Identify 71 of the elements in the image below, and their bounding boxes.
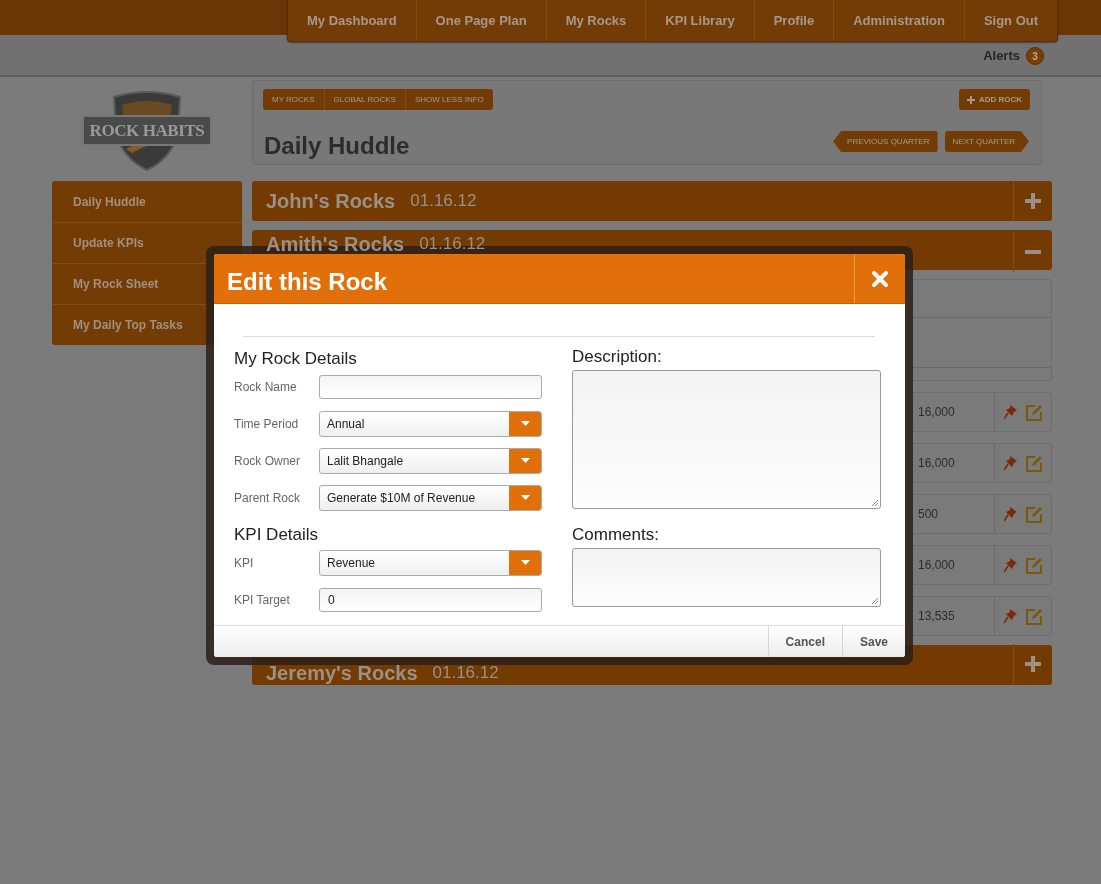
view-tab[interactable]: MY ROCKS: [263, 89, 324, 110]
field-label: Rock Name: [234, 378, 298, 396]
resize-grip-icon: [871, 597, 878, 604]
plus-icon: [1025, 193, 1041, 209]
pushpin-icon[interactable]: [1003, 608, 1018, 624]
rock-value: 16,000: [918, 557, 956, 574]
rock-value: 16,000: [918, 455, 956, 472]
resize-grip-icon: [871, 499, 878, 506]
pushpin-icon[interactable]: [1003, 404, 1018, 420]
nav-tab[interactable]: My Rocks: [545, 0, 646, 41]
page-title: Daily Huddle: [264, 131, 410, 161]
pushpin-icon[interactable]: [1003, 506, 1018, 522]
rock-group-name: John's Rocks: [266, 191, 396, 211]
view-tab[interactable]: GLOBAL ROCKS: [323, 89, 405, 110]
text-field[interactable]: [319, 374, 542, 399]
rock-value: 500: [918, 506, 940, 523]
dropdown-arrow-icon: [520, 458, 530, 463]
edit-icon[interactable]: [1025, 607, 1043, 625]
comments-textarea[interactable]: [572, 548, 881, 607]
nav-tab[interactable]: Sign Out: [963, 0, 1058, 41]
rock-group-date: 01.16.12: [432, 663, 499, 683]
minus-icon: [1025, 250, 1041, 254]
field-label: KPI: [234, 554, 255, 572]
dropdown-arrow-icon: [520, 421, 530, 426]
field-label: Parent Rock: [234, 489, 302, 507]
description-textarea[interactable]: [572, 370, 881, 509]
dropdown-arrow-icon: [520, 560, 530, 565]
alerts-link[interactable]: Alerts: [983, 45, 1020, 65]
dialog-button[interactable]: Save: [841, 626, 905, 657]
previous-quarter-button[interactable]: PREVIOUS QUARTER: [833, 131, 938, 152]
nav-tab[interactable]: One Page Plan: [415, 0, 546, 41]
select-field[interactable]: Generate $10M of Revenue: [319, 484, 542, 511]
view-tab[interactable]: SHOW LESS INFO: [404, 89, 493, 110]
edit-icon[interactable]: [1025, 505, 1043, 523]
rock-value: 13,535: [918, 608, 956, 625]
nav-tab[interactable]: My Dashboard: [288, 0, 416, 41]
select-field[interactable]: Revenue: [319, 549, 542, 576]
sidebar-item[interactable]: Daily Huddle: [52, 181, 242, 222]
section-heading: KPI Details: [234, 524, 320, 546]
add-rock-button[interactable]: ADD ROCK: [958, 89, 1030, 110]
pushpin-icon[interactable]: [1003, 557, 1018, 573]
next-quarter-button[interactable]: NEXT QUARTER: [944, 131, 1029, 152]
edit-icon[interactable]: [1025, 454, 1043, 472]
select-field[interactable]: Annual: [319, 410, 542, 437]
alert-count-badge: 3: [1026, 47, 1044, 65]
close-icon: [871, 269, 889, 288]
nav-tab[interactable]: Administration: [833, 0, 964, 41]
plus-icon: [966, 95, 975, 104]
nav-tab[interactable]: Profile: [753, 0, 834, 41]
rock-group-name: Jeremy's Rocks: [266, 663, 418, 683]
field-label: Rock Owner: [234, 452, 302, 470]
edit-icon[interactable]: [1025, 556, 1043, 574]
field-label: Time Period: [234, 415, 300, 433]
rock-group-date: 01.16.12: [419, 234, 486, 254]
pushpin-icon[interactable]: [1003, 455, 1018, 471]
rock-group-date: 01.16.12: [410, 191, 477, 211]
comments-label: Comments:: [572, 524, 660, 546]
field-label: KPI Target: [234, 591, 291, 609]
select-field[interactable]: Lalit Bhangale: [319, 447, 542, 474]
rock-habits-logo: ROCK HABITS: [60, 90, 234, 171]
text-field[interactable]: 0: [319, 587, 542, 612]
dialog-button[interactable]: Cancel: [767, 626, 842, 657]
plus-icon: [1025, 656, 1041, 672]
rock-value: 16,000: [918, 404, 956, 421]
nav-tab[interactable]: KPI Library: [645, 0, 754, 41]
edit-icon[interactable]: [1025, 403, 1043, 421]
description-label: Description:: [572, 346, 663, 368]
dropdown-arrow-icon: [520, 495, 530, 500]
rock-group-name: Amith's Rocks: [266, 234, 405, 254]
section-heading: My Rock Details: [234, 348, 358, 370]
rock-group-header[interactable]: John's Rocks 01.16.12: [252, 181, 1052, 221]
